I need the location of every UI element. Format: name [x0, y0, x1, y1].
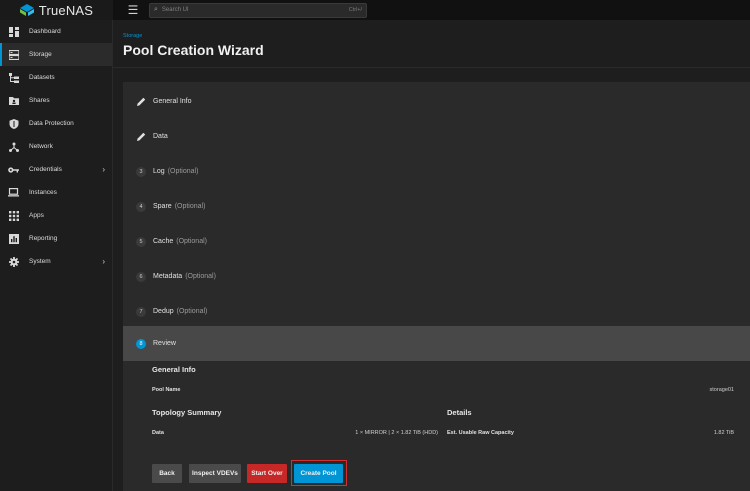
- edit-pencil-icon: [136, 97, 146, 107]
- step-cache[interactable]: 5 Cache (Optional): [123, 224, 750, 259]
- sidebar: Dashboard Storage Datasets Shares Data P…: [0, 20, 113, 491]
- sidebar-item-label: Datasets: [29, 74, 55, 81]
- network-icon: [8, 141, 19, 152]
- sidebar-item-label: System: [29, 258, 51, 265]
- sidebar-item-system[interactable]: System ›: [0, 250, 112, 273]
- sidebar-item-credentials[interactable]: Credentials ›: [0, 158, 112, 181]
- header-divider: [113, 67, 750, 68]
- step-label: Log: [153, 168, 165, 175]
- step-general-info[interactable]: General Info: [123, 84, 750, 119]
- step-label: Data: [153, 133, 168, 140]
- top-bar: TrueNAS ☰ ⌕ Search UI Ctrl+/: [0, 0, 750, 20]
- step-number-badge: 3: [136, 166, 146, 177]
- sidebar-item-shares[interactable]: Shares: [0, 89, 112, 112]
- step-review[interactable]: 8 Review: [123, 326, 750, 361]
- key-icon: [8, 164, 19, 175]
- breadcrumb[interactable]: Storage: [123, 33, 142, 39]
- apps-grid-icon: [8, 210, 19, 221]
- step-optional-tag: (Optional): [174, 203, 206, 210]
- step-number-badge: 5: [136, 236, 146, 247]
- inspect-vdevs-button[interactable]: Inspect VDEVs: [189, 464, 241, 483]
- sidebar-item-datasets[interactable]: Datasets: [0, 66, 112, 89]
- search-placeholder: Search UI: [161, 7, 189, 13]
- sidebar-item-label: Instances: [29, 189, 57, 196]
- step-optional-tag: (Optional): [185, 273, 216, 280]
- gear-icon: [8, 256, 19, 267]
- step-label: Cache: [153, 238, 174, 245]
- sidebar-item-label: Apps: [29, 212, 44, 219]
- step-spare[interactable]: 4 Spare (Optional): [123, 189, 750, 224]
- sidebar-item-label: Credentials: [29, 166, 62, 173]
- dashboard-icon: [8, 26, 19, 37]
- sidebar-item-label: Network: [29, 143, 53, 150]
- step-number-badge: 6: [136, 271, 146, 282]
- step-label: Review: [153, 340, 176, 347]
- search-icon: ⌕: [154, 6, 158, 13]
- edit-pencil-icon: [136, 132, 146, 142]
- capacity-value: 1.82 TiB: [713, 430, 734, 436]
- sidebar-item-data-protection[interactable]: Data Protection: [0, 112, 112, 135]
- brand-logo[interactable]: TrueNAS: [0, 0, 113, 20]
- step-number-badge: 8: [136, 338, 146, 349]
- datasets-icon: [8, 72, 19, 83]
- step-optional-tag: (Optional): [176, 238, 207, 245]
- step-label: Dedup: [153, 308, 174, 315]
- capacity-label: Est. Usable Raw Capacity: [447, 430, 514, 436]
- create-pool-highlight-box: [291, 460, 347, 486]
- chevron-right-icon: ›: [102, 257, 105, 266]
- sidebar-item-label: Shares: [29, 97, 50, 104]
- pool-name-value: storage01: [709, 387, 734, 393]
- sidebar-item-storage[interactable]: Storage: [0, 43, 112, 66]
- data-topology-label: Data: [152, 430, 164, 436]
- step-log[interactable]: 3 Log (Optional): [123, 154, 750, 189]
- step-data[interactable]: Data: [123, 119, 750, 154]
- page-title: Pool Creation Wizard: [123, 42, 264, 58]
- sidebar-item-label: Data Protection: [29, 120, 74, 127]
- step-dedup[interactable]: 7 Dedup (Optional): [123, 294, 750, 329]
- brand-name: TrueNAS: [38, 2, 94, 18]
- sidebar-item-label: Reporting: [29, 235, 58, 242]
- reporting-icon: [8, 233, 19, 244]
- sidebar-item-apps[interactable]: Apps: [0, 204, 112, 227]
- step-label: Spare: [153, 203, 172, 210]
- back-button[interactable]: Back: [152, 464, 182, 483]
- step-number-badge: 7: [136, 306, 146, 317]
- shield-icon: [8, 118, 19, 129]
- search-input[interactable]: ⌕ Search UI Ctrl+/: [149, 2, 367, 18]
- wizard-card: General Info Data 3 Log (Optional) 4 Spa…: [123, 82, 750, 491]
- step-optional-tag: (Optional): [176, 308, 208, 315]
- topology-summary-title: Topology Summary: [152, 408, 222, 417]
- laptop-icon: [8, 187, 19, 198]
- sidebar-item-dashboard[interactable]: Dashboard: [0, 20, 112, 43]
- pool-name-label: Pool Name: [152, 387, 181, 393]
- truenas-logo-icon: [19, 4, 34, 16]
- review-general-info-title: General Info: [152, 365, 196, 374]
- search-shortcut: Ctrl+/: [348, 7, 362, 13]
- chevron-right-icon: ›: [102, 165, 105, 174]
- main-content: Storage Pool Creation Wizard General Inf…: [113, 20, 750, 491]
- sidebar-item-instances[interactable]: Instances: [0, 181, 112, 204]
- step-label: Metadata: [153, 273, 183, 280]
- hamburger-menu-icon[interactable]: ☰: [123, 0, 143, 20]
- step-label: General Info: [153, 98, 192, 105]
- shares-icon: [8, 95, 19, 106]
- sidebar-item-label: Storage: [29, 51, 52, 58]
- sidebar-item-network[interactable]: Network: [0, 135, 112, 158]
- step-metadata[interactable]: 6 Metadata (Optional): [123, 259, 750, 294]
- details-title: Details: [447, 408, 472, 417]
- data-topology-value: 1 × MIRROR | 2 × 1.82 TiB (HDD): [355, 430, 438, 436]
- storage-icon: [8, 49, 19, 60]
- sidebar-item-label: Dashboard: [29, 28, 61, 35]
- step-optional-tag: (Optional): [167, 168, 199, 175]
- sidebar-item-reporting[interactable]: Reporting: [0, 227, 112, 250]
- start-over-button[interactable]: Start Over: [247, 464, 287, 483]
- step-number-badge: 4: [136, 201, 146, 212]
